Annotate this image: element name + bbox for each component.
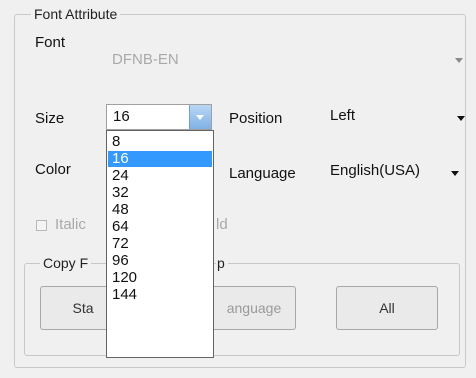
italic-checkbox[interactable] xyxy=(36,220,47,231)
size-select[interactable]: 16 xyxy=(106,104,212,130)
position-label: Position xyxy=(229,110,283,127)
size-option[interactable]: 16 xyxy=(108,151,212,167)
position-dropdown-arrow-icon xyxy=(457,116,465,121)
size-option[interactable]: 72 xyxy=(108,236,212,252)
language-label: Language xyxy=(229,165,296,182)
copy-language-label: anguage xyxy=(226,300,282,316)
bold-label: ld xyxy=(216,216,228,233)
size-option[interactable]: 24 xyxy=(108,168,212,184)
size-option[interactable]: 144 xyxy=(108,287,212,303)
size-dropdown-list[interactable]: 8 16 24 32 48 64 72 96 120 144 xyxy=(106,130,214,358)
size-option[interactable]: 120 xyxy=(108,270,212,286)
size-option[interactable]: 32 xyxy=(108,185,212,201)
position-select[interactable]: Left xyxy=(322,104,472,130)
size-value: 16 xyxy=(113,108,130,125)
language-select[interactable]: English(USA) xyxy=(322,158,472,184)
copy-all-button[interactable]: All xyxy=(336,286,438,330)
italic-label: Italic xyxy=(55,216,86,233)
size-option[interactable]: 96 xyxy=(108,253,212,269)
copy-all-label: All xyxy=(379,300,395,316)
size-option[interactable]: 48 xyxy=(108,202,212,218)
language-value: English(USA) xyxy=(330,162,421,179)
font-dropdown-arrow-icon xyxy=(455,58,463,63)
size-dropdown-arrow-icon xyxy=(196,115,204,120)
size-label: Size xyxy=(35,110,65,127)
font-label: Font xyxy=(35,34,66,51)
font-attribute-title: Font Attribute xyxy=(31,6,121,22)
copy-group-title-left: Copy F xyxy=(40,255,92,271)
position-value: Left xyxy=(330,107,356,124)
color-label: Color xyxy=(35,161,71,178)
font-value: DFNB-EN xyxy=(112,51,179,68)
copy-group-title-right: p xyxy=(216,255,228,271)
size-dropdown-button[interactable] xyxy=(189,105,211,129)
font-select[interactable]: DFNB-EN xyxy=(104,47,470,71)
copy-standard-label: Sta xyxy=(72,300,94,316)
size-option[interactable]: 8 xyxy=(108,134,212,150)
language-dropdown-arrow-icon xyxy=(451,171,459,176)
size-option[interactable]: 64 xyxy=(108,219,212,235)
